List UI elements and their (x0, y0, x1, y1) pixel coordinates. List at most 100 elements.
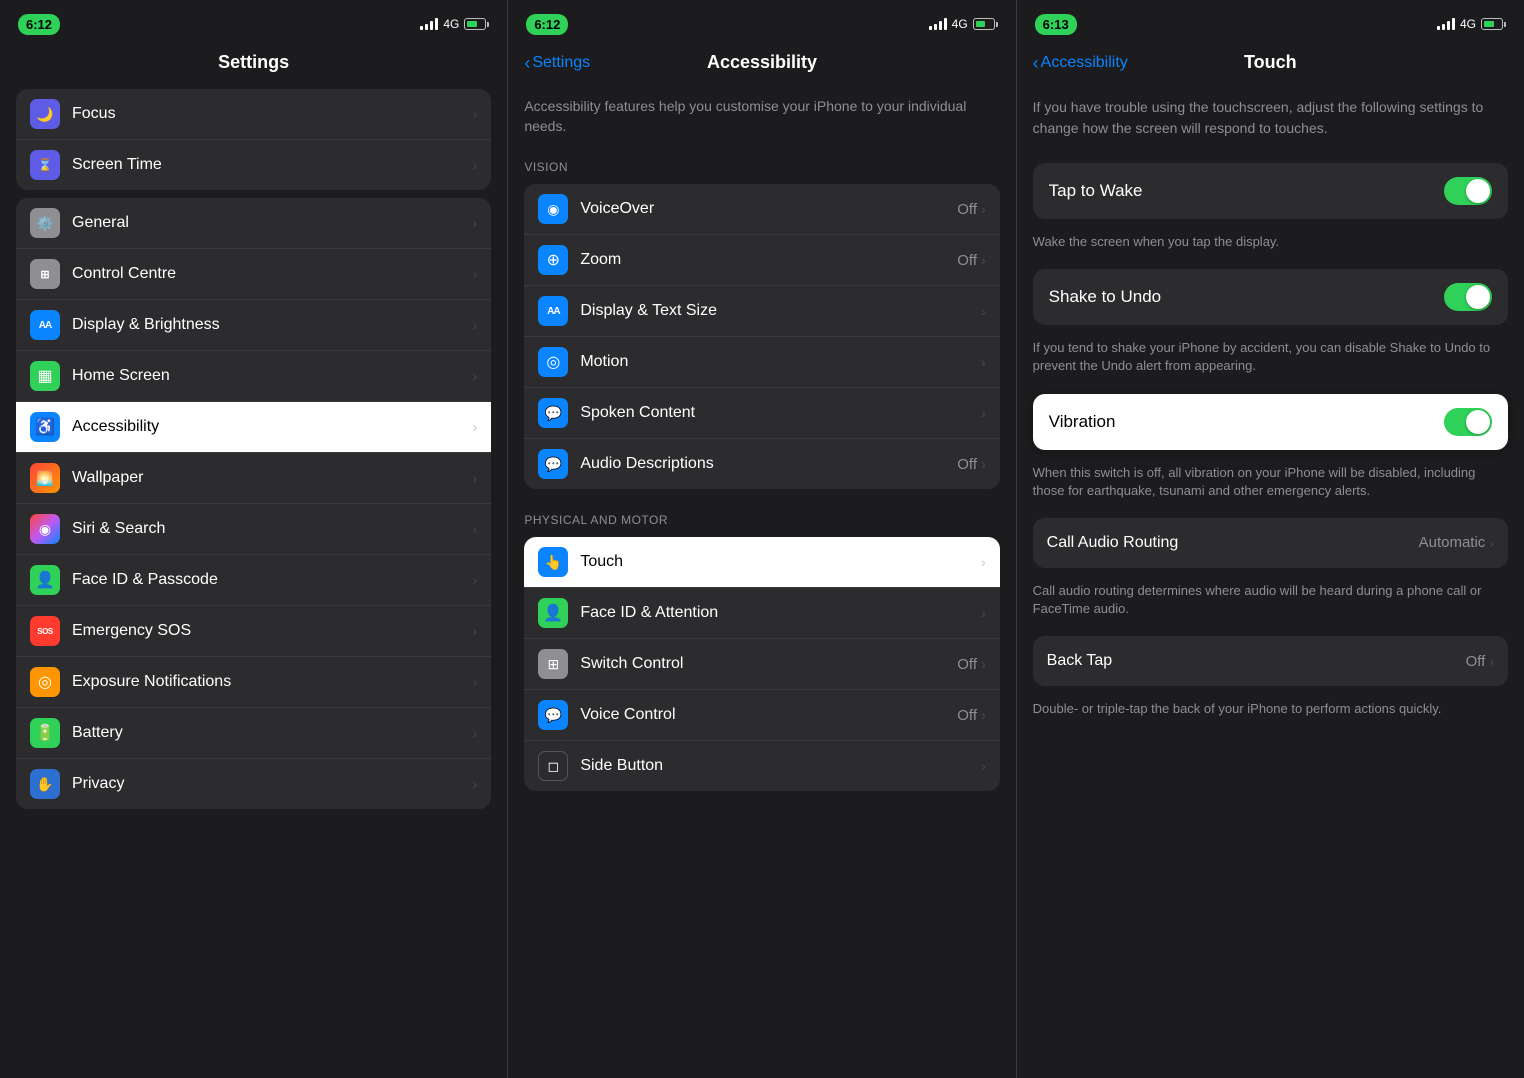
settings-item-back-tap[interactable]: Back Tap Off › (1033, 636, 1508, 686)
battery-icon-1 (464, 18, 489, 30)
settings-item-voiceover[interactable]: ◉ VoiceOver Off › (524, 184, 999, 235)
settings-title: Settings (218, 52, 289, 73)
face-id-passcode-icon: 👤 (30, 565, 60, 595)
call-audio-label: Call Audio Routing (1047, 534, 1179, 552)
control-centre-label: Control Centre (72, 265, 176, 283)
settings-item-motion[interactable]: ◎ Motion › (524, 337, 999, 388)
settings-item-wallpaper[interactable]: 🌅 Wallpaper › (16, 453, 491, 504)
shake-to-undo-toggle[interactable] (1444, 283, 1492, 311)
settings-item-siri-search[interactable]: ◉ Siri & Search › (16, 504, 491, 555)
spoken-content-label: Spoken Content (580, 404, 695, 422)
home-screen-label: Home Screen (72, 367, 170, 385)
siri-search-label: Siri & Search (72, 520, 165, 538)
settings-item-spoken-content[interactable]: 💬 Spoken Content › (524, 388, 999, 439)
settings-item-privacy[interactable]: ✋ Privacy › (16, 759, 491, 809)
battery-settings-icon: 🔋 (30, 718, 60, 748)
back-to-settings[interactable]: ‹ Settings (524, 54, 590, 72)
settings-item-side-button[interactable]: ◻ Side Button › (524, 741, 999, 791)
face-id-passcode-label: Face ID & Passcode (72, 571, 218, 589)
display-brightness-label: Display & Brightness (72, 316, 220, 334)
voiceover-icon: ◉ (538, 194, 568, 224)
switch-control-icon: ⊞ (538, 649, 568, 679)
settings-item-emergency-sos[interactable]: SOS Emergency SOS › (16, 606, 491, 657)
status-time-1: 6:12 (18, 14, 60, 35)
settings-item-control-centre[interactable]: ⊞ Control Centre › (16, 249, 491, 300)
status-right-1: 4G (420, 17, 489, 31)
touch-nav-title: Touch (1244, 52, 1297, 73)
accessibility-icon: ♿ (30, 412, 60, 442)
settings-item-exposure[interactable]: ◎ Exposure Notifications › (16, 657, 491, 708)
vibration-toggle[interactable] (1444, 408, 1492, 436)
settings-item-display-brightness[interactable]: AA Display & Brightness › (16, 300, 491, 351)
back-to-accessibility[interactable]: ‹ Accessibility (1033, 54, 1128, 72)
settings-item-zoom[interactable]: ⊕ Zoom Off › (524, 235, 999, 286)
accessibility-nav-title: Accessibility (707, 52, 817, 73)
group-call-audio: Call Audio Routing Automatic › (1033, 518, 1508, 568)
shake-to-undo-knob (1466, 285, 1490, 309)
group-vision: ◉ VoiceOver Off › ⊕ Zoom Off › (524, 184, 999, 489)
motion-label: Motion (580, 353, 628, 371)
privacy-label: Privacy (72, 775, 124, 793)
voiceover-value: Off (957, 201, 977, 218)
signal-label-2: 4G (952, 17, 968, 31)
panel-accessibility: 6:12 4G ‹ Settings Accessibility Accessi… (507, 0, 1015, 1078)
nav-header-touch: ‹ Accessibility Touch (1017, 44, 1524, 85)
accessibility-label: Accessibility (72, 418, 159, 436)
vibration-desc: When this switch is off, all vibration o… (1017, 458, 1524, 514)
settings-item-battery[interactable]: 🔋 Battery › (16, 708, 491, 759)
touch-label: Touch (580, 553, 623, 571)
exposure-label: Exposure Notifications (72, 673, 231, 691)
emergency-sos-icon: SOS (30, 616, 60, 646)
face-id-attention-icon: 👤 (538, 598, 568, 628)
touch-settings-list: If you have trouble using the touchscree… (1017, 85, 1524, 1078)
settings-item-screen-time[interactable]: ⌛ Screen Time › (16, 140, 491, 190)
status-bar-1: 6:12 4G (0, 0, 507, 44)
back-chevron-touch: ‹ (1033, 54, 1039, 72)
settings-item-home-screen[interactable]: ▦ Home Screen › (16, 351, 491, 402)
tap-to-wake-desc: Wake the screen when you tap the display… (1017, 227, 1524, 265)
back-tap-desc: Double- or triple-tap the back of your i… (1017, 694, 1524, 732)
zoom-icon: ⊕ (538, 245, 568, 275)
vision-section-header: VISION (508, 144, 1015, 180)
settings-item-display-text[interactable]: AA Display & Text Size › (524, 286, 999, 337)
screen-time-label: Screen Time (72, 156, 162, 174)
tap-to-wake-row: Tap to Wake (1033, 163, 1508, 219)
back-accessibility-label: Accessibility (1041, 54, 1128, 72)
settings-item-face-id-attention[interactable]: 👤 Face ID & Attention › (524, 588, 999, 639)
status-time-2: 6:12 (526, 14, 568, 35)
general-icon: ⚙️ (30, 208, 60, 238)
status-bar-3: 6:13 4G (1017, 0, 1524, 44)
group-tap-to-wake: Tap to Wake (1033, 163, 1508, 219)
back-chevron: ‹ (524, 54, 530, 72)
settings-item-general[interactable]: ⚙️ General › (16, 198, 491, 249)
battery-icon-3 (1481, 18, 1506, 30)
settings-item-accessibility[interactable]: ♿ Accessibility › (16, 402, 491, 453)
signal-label-3: 4G (1460, 17, 1476, 31)
control-centre-icon: ⊞ (30, 259, 60, 289)
shake-to-undo-row: Shake to Undo (1033, 269, 1508, 325)
switch-control-value: Off (957, 656, 977, 673)
audio-descriptions-icon: 💬 (538, 449, 568, 479)
focus-icon: 🌙 (30, 99, 60, 129)
settings-item-voice-control[interactable]: 💬 Voice Control Off › (524, 690, 999, 741)
nav-header-settings: Settings (0, 44, 507, 85)
shake-to-undo-label: Shake to Undo (1049, 287, 1161, 307)
tap-to-wake-toggle[interactable] (1444, 177, 1492, 205)
group-shake-to-undo: Shake to Undo (1033, 269, 1508, 325)
settings-item-face-id-passcode[interactable]: 👤 Face ID & Passcode › (16, 555, 491, 606)
shake-to-undo-desc: If you tend to shake your iPhone by acci… (1017, 333, 1524, 389)
group-general: ⚙️ General › ⊞ Control Centre › AA Displ… (16, 198, 491, 809)
face-id-attention-label: Face ID & Attention (580, 604, 718, 622)
signal-label-1: 4G (443, 17, 459, 31)
physical-section-header: PHYSICAL AND MOTOR (508, 497, 1015, 533)
switch-control-label: Switch Control (580, 655, 683, 673)
settings-item-switch-control[interactable]: ⊞ Switch Control Off › (524, 639, 999, 690)
settings-item-focus[interactable]: 🌙 Focus › (16, 89, 491, 140)
settings-item-audio-descriptions[interactable]: 💬 Audio Descriptions Off › (524, 439, 999, 489)
audio-descriptions-label: Audio Descriptions (580, 455, 713, 473)
vibration-row: Vibration (1033, 394, 1508, 450)
settings-item-touch[interactable]: 👆 Touch › (524, 537, 999, 588)
wallpaper-icon: 🌅 (30, 463, 60, 493)
settings-item-call-audio[interactable]: Call Audio Routing Automatic › (1033, 518, 1508, 568)
call-audio-desc: Call audio routing determines where audi… (1017, 576, 1524, 632)
